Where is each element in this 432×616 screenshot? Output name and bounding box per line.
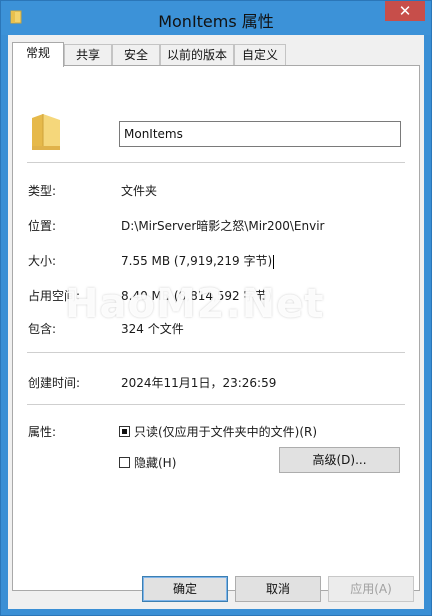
hidden-checkbox[interactable] bbox=[119, 457, 130, 468]
text-caret bbox=[273, 254, 275, 269]
tab-previous-versions[interactable]: 以前的版本 bbox=[160, 44, 234, 66]
tab-sharing[interactable]: 共享 bbox=[64, 44, 112, 66]
separator bbox=[27, 352, 405, 353]
apply-button[interactable]: 应用(A) bbox=[328, 576, 414, 602]
window-title: MonItems 属性 bbox=[158, 12, 274, 31]
readonly-label[interactable]: 只读(仅应用于文件夹中的文件)(R) bbox=[134, 423, 317, 440]
tab-security[interactable]: 安全 bbox=[112, 44, 160, 66]
separator bbox=[27, 404, 405, 405]
attributes-label: 属性: bbox=[28, 425, 57, 439]
ok-button[interactable]: 确定 bbox=[142, 576, 228, 602]
created-value: 2024年11月1日，23:26:59 bbox=[121, 376, 277, 390]
location-value: D:\MirServer暗影之怒\Mir200\Envir bbox=[121, 219, 325, 233]
cancel-button[interactable]: 取消 bbox=[235, 576, 321, 602]
close-button[interactable]: ✕ bbox=[385, 1, 425, 21]
properties-window: MonItems 属性 ✕ 常规 共享 安全 以前的版本 自定义 类型: 文件夹… bbox=[0, 0, 432, 616]
contains-label: 包含: bbox=[28, 322, 57, 336]
tab-general[interactable]: 常规 bbox=[12, 42, 64, 67]
general-tab-panel: 类型: 文件夹 位置: D:\MirServer暗影之怒\Mir200\Envi… bbox=[12, 65, 420, 591]
size-label: 大小: bbox=[28, 254, 57, 268]
readonly-checkbox[interactable] bbox=[119, 426, 130, 437]
tab-customize[interactable]: 自定义 bbox=[234, 44, 286, 66]
advanced-button[interactable]: 高级(D)... bbox=[279, 447, 400, 473]
separator bbox=[27, 162, 405, 163]
type-label: 类型: bbox=[28, 184, 57, 198]
title-bar[interactable]: MonItems 属性 ✕ bbox=[1, 1, 431, 35]
created-label: 创建时间: bbox=[28, 376, 81, 390]
hidden-label[interactable]: 隐藏(H) bbox=[134, 454, 176, 471]
watermark-text: HaoM2.Net bbox=[65, 281, 325, 327]
type-value: 文件夹 bbox=[121, 184, 158, 198]
location-label: 位置: bbox=[28, 219, 57, 233]
size-value: 7.55 MB (7,919,219 字节) bbox=[121, 254, 273, 268]
size-value-wrap: 7.55 MB (7,919,219 字节) bbox=[121, 252, 275, 269]
folder-large-icon bbox=[32, 114, 60, 150]
folder-name-input[interactable] bbox=[119, 121, 401, 147]
